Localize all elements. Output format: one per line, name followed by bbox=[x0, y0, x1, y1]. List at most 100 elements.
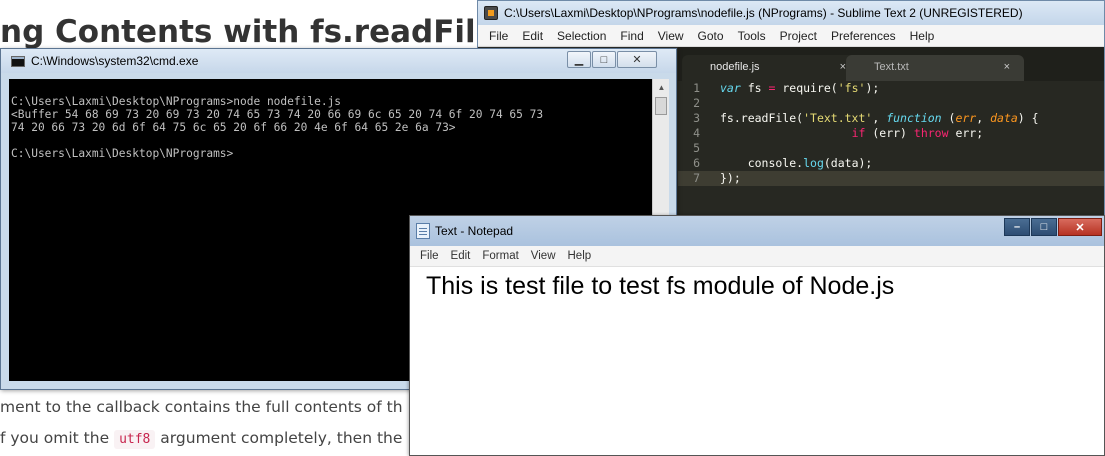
console-line: C:\Users\Laxmi\Desktop\NPrograms>node no… bbox=[11, 95, 342, 108]
notepad-text-area[interactable]: This is test file to test fs module of N… bbox=[426, 272, 1094, 301]
close-button[interactable]: ✕ bbox=[1058, 218, 1102, 236]
code-line[interactable]: 3 fs.readFile('Text.txt', function (err, … bbox=[678, 111, 1104, 126]
code-line[interactable]: 7}); bbox=[678, 171, 1104, 186]
line-number: 7 bbox=[693, 171, 700, 185]
sublime-window-title: C:\Users\Laxmi\Desktop\NPrograms\nodefil… bbox=[504, 6, 1023, 20]
code-line[interactable]: 5 bbox=[678, 141, 1104, 156]
code-line[interactable]: 6 console.log(data); bbox=[678, 156, 1104, 171]
code-token: }); bbox=[720, 171, 741, 185]
article-text: argument completely, then the bbox=[155, 429, 403, 447]
minimize-button[interactable]: ▁ bbox=[567, 51, 591, 68]
menu-find[interactable]: Find bbox=[613, 29, 650, 43]
article-paragraph: ment to the callback contains the full c… bbox=[0, 398, 403, 416]
sublime-tabbar: nodefile.js × Text.txt × bbox=[678, 47, 1104, 81]
tab-nodefile[interactable]: nodefile.js × bbox=[682, 55, 860, 81]
cmd-titlebar[interactable]: C:\Windows\system32\cmd.exe ▁ □ ✕ bbox=[1, 49, 676, 73]
code-token: fs bbox=[740, 81, 769, 95]
code-token: 'Text.txt' bbox=[803, 111, 873, 125]
tab-text-txt[interactable]: Text.txt × bbox=[846, 55, 1024, 81]
sublime-menubar: File Edit Selection Find View Goto Tools… bbox=[478, 25, 1104, 47]
code-token: err; bbox=[948, 126, 984, 140]
line-number: 6 bbox=[693, 156, 700, 170]
menu-file[interactable]: File bbox=[482, 29, 515, 43]
notepad-icon bbox=[416, 223, 430, 239]
menu-format[interactable]: Format bbox=[476, 250, 524, 262]
menu-view[interactable]: View bbox=[651, 29, 691, 43]
cmd-window-controls: ▁ □ ✕ bbox=[566, 51, 657, 68]
code-token: (data); bbox=[823, 156, 873, 170]
code-token: log bbox=[803, 156, 824, 170]
notepad-titlebar[interactable]: Text - Notepad – □ ✕ bbox=[410, 216, 1104, 246]
code-token: require( bbox=[775, 81, 838, 95]
code-line[interactable]: 4 if (err) throw err; bbox=[678, 126, 1104, 141]
code-token: ( bbox=[941, 111, 956, 125]
code-line[interactable]: 1 var fs = require('fs'); bbox=[678, 81, 1104, 96]
menu-edit[interactable]: Edit bbox=[515, 29, 550, 43]
maximize-button[interactable]: □ bbox=[1031, 218, 1057, 236]
close-button[interactable]: ✕ bbox=[617, 51, 657, 68]
menu-edit[interactable]: Edit bbox=[445, 250, 477, 262]
code-editor[interactable]: 1 var fs = require('fs'); 2 3 fs.readFile('T… bbox=[678, 81, 1104, 219]
code-token: var bbox=[720, 81, 741, 95]
tab-close-icon[interactable]: × bbox=[1004, 61, 1010, 73]
menu-view[interactable]: View bbox=[525, 250, 562, 262]
line-number: 3 bbox=[693, 111, 700, 125]
sublime-app-icon bbox=[484, 6, 498, 20]
line-number: 1 bbox=[693, 81, 700, 95]
code-text: fs.readFile('Text.txt', function (err, d… bbox=[704, 111, 1039, 126]
code-token: err bbox=[955, 111, 977, 125]
code-text: console.log(data); bbox=[704, 156, 873, 171]
cmd-window-title: C:\Windows\system32\cmd.exe bbox=[31, 54, 199, 68]
menu-file[interactable]: File bbox=[414, 250, 445, 262]
code-text: if (err) throw err; bbox=[704, 126, 984, 141]
tab-label: nodefile.js bbox=[710, 61, 760, 73]
menu-project[interactable]: Project bbox=[773, 29, 824, 43]
inline-code: utf8 bbox=[114, 430, 156, 449]
code-token: , bbox=[872, 111, 887, 125]
maximize-button[interactable]: □ bbox=[592, 51, 616, 68]
line-number: 5 bbox=[693, 141, 700, 155]
console-line: 74 20 66 73 20 6d 6f 64 75 6c 65 20 6f 6… bbox=[11, 121, 456, 134]
code-token: throw bbox=[913, 126, 949, 140]
code-text: }); bbox=[704, 171, 741, 186]
menu-help[interactable]: Help bbox=[903, 29, 942, 43]
code-token: ); bbox=[865, 81, 880, 95]
code-token: if bbox=[851, 126, 866, 140]
code-text: var fs = require('fs'); bbox=[704, 81, 879, 96]
menu-goto[interactable]: Goto bbox=[691, 29, 731, 43]
menu-selection[interactable]: Selection bbox=[550, 29, 613, 43]
code-token: 'fs' bbox=[837, 81, 866, 95]
code-token: , bbox=[976, 111, 991, 125]
sublime-titlebar[interactable]: C:\Users\Laxmi\Desktop\NPrograms\nodefil… bbox=[478, 1, 1104, 25]
minimize-button[interactable]: – bbox=[1004, 218, 1030, 236]
notepad-window: Text - Notepad – □ ✕ File Edit Format Vi… bbox=[409, 215, 1105, 456]
article-paragraph: f you omit the utf8 argument completely,… bbox=[0, 429, 403, 449]
console-line: C:\Users\Laxmi\Desktop\NPrograms> bbox=[11, 147, 234, 160]
console-icon bbox=[11, 55, 25, 67]
code-line[interactable]: 2 bbox=[678, 96, 1104, 111]
scroll-up-icon[interactable]: ▲ bbox=[653, 79, 670, 96]
code-token: (err) bbox=[865, 126, 914, 140]
code-token: fs.readFile( bbox=[720, 111, 804, 125]
notepad-menubar: File Edit Format View Help bbox=[410, 246, 1104, 267]
article-text: f you omit the bbox=[0, 429, 115, 447]
menu-tools[interactable]: Tools bbox=[731, 29, 773, 43]
menu-help[interactable]: Help bbox=[562, 250, 598, 262]
tab-label: Text.txt bbox=[874, 61, 909, 73]
notepad-window-title: Text - Notepad bbox=[435, 224, 514, 238]
code-token: ) { bbox=[1017, 111, 1039, 125]
console-line: <Buffer 54 68 69 73 20 69 73 20 74 65 73… bbox=[11, 108, 544, 121]
line-number: 2 bbox=[693, 96, 700, 110]
line-number: 4 bbox=[693, 126, 700, 140]
code-token: function bbox=[886, 111, 942, 125]
notepad-window-controls: – □ ✕ bbox=[1003, 218, 1102, 236]
code-token: data bbox=[990, 111, 1018, 125]
scrollbar-thumb[interactable] bbox=[655, 97, 667, 115]
code-token: console. bbox=[720, 156, 804, 170]
menu-preferences[interactable]: Preferences bbox=[824, 29, 903, 43]
